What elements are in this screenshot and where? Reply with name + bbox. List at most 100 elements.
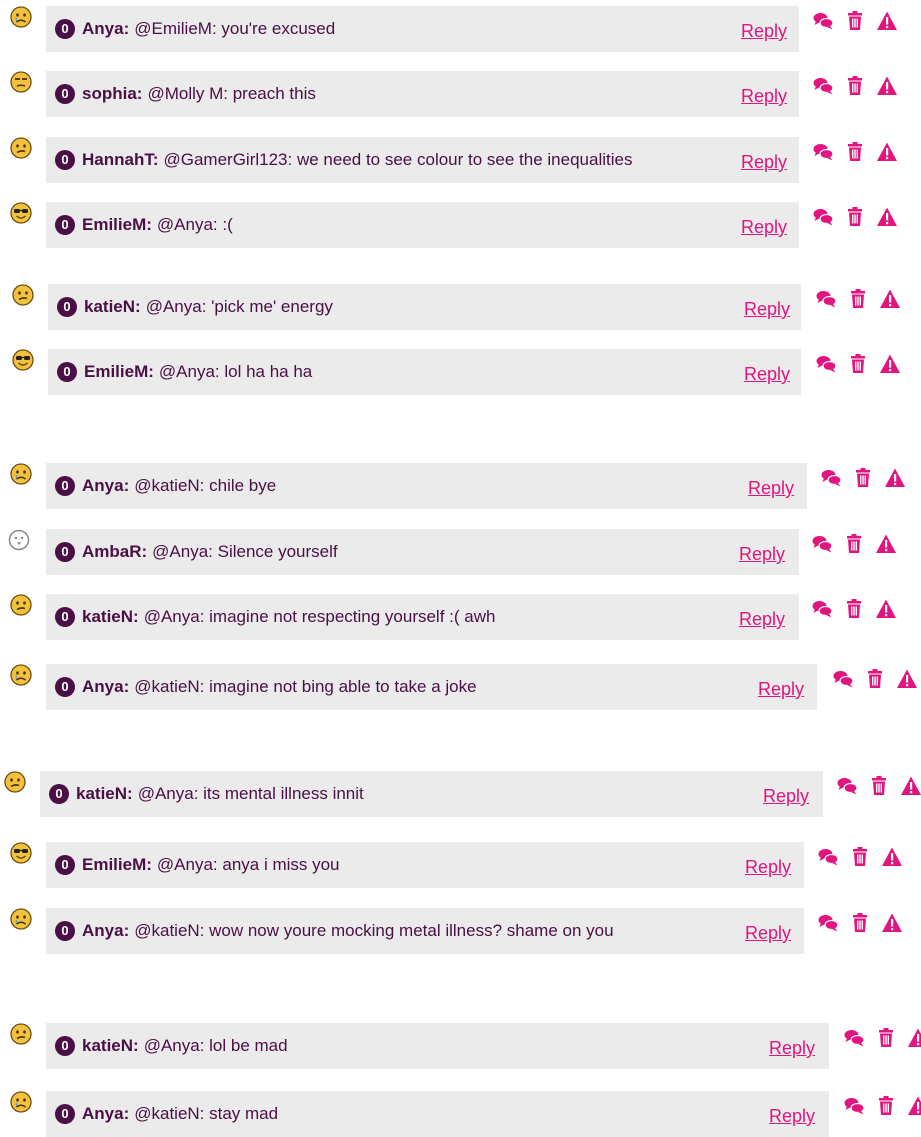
delete-icon[interactable] [847,288,869,310]
comment-icon[interactable] [836,775,858,797]
user-score-badge: 0 [55,921,75,941]
delete-icon[interactable] [844,141,866,163]
report-icon[interactable] [900,775,921,797]
avatar-confused-face-icon [12,284,34,306]
comment-username[interactable]: HannahT: [82,150,159,170]
comment-text: @Anya: anya i miss you [156,855,340,874]
comment-icon[interactable] [812,75,834,97]
reply-link[interactable]: Reply [744,299,790,320]
comment-row: 0 EmilieM: @Anya: anya i miss you Reply [0,842,921,888]
report-icon[interactable] [875,598,897,620]
reply-link[interactable]: Reply [769,1038,815,1059]
comment-username[interactable]: Anya: [82,677,129,697]
comment-bubble: 0 EmilieM: @Anya: anya i miss you [46,842,804,888]
comment-icon[interactable] [843,1027,865,1049]
comment-icon[interactable] [812,10,834,32]
comment-bubble: 0 Anya: @katieN: imagine not bing able to … [46,664,817,710]
delete-icon[interactable] [852,467,874,489]
delete-icon[interactable] [844,10,866,32]
comment-username[interactable]: katieN: [76,784,133,804]
comment-icon[interactable] [811,598,833,620]
report-icon[interactable] [881,912,903,934]
report-icon[interactable] [879,353,901,375]
delete-icon[interactable] [849,846,871,868]
comment-icon[interactable] [815,288,837,310]
reply-link[interactable]: Reply [741,21,787,42]
reply-link[interactable]: Reply [739,609,785,630]
delete-icon[interactable] [875,1027,897,1049]
comment-icon[interactable] [817,912,839,934]
comment-username[interactable]: Anya: [82,1104,129,1124]
comment-username[interactable]: EmilieM: [82,855,152,875]
comment-username[interactable]: EmilieM: [82,215,152,235]
reply-link[interactable]: Reply [745,857,791,878]
reply-link[interactable]: Reply [745,923,791,944]
reply-link[interactable]: Reply [739,544,785,565]
report-icon[interactable] [879,288,901,310]
delete-icon[interactable] [849,912,871,934]
comment-icon[interactable] [820,467,842,489]
reply-link[interactable]: Reply [769,1106,815,1127]
comment-username[interactable]: katieN: [84,297,141,317]
user-score-badge: 0 [55,1036,75,1056]
comment-bubble: 0 katieN: @Anya: imagine not respecting yo… [46,594,799,640]
comment-text: @katieN: imagine not bing able to take a… [134,677,477,696]
avatar-sad-face-icon [10,463,32,485]
reply-link[interactable]: Reply [741,86,787,107]
report-icon[interactable] [876,141,898,163]
report-icon[interactable] [881,846,903,868]
reply-link[interactable]: Reply [763,786,809,807]
delete-icon[interactable] [843,598,865,620]
user-score-badge: 0 [55,476,75,496]
comment-icon[interactable] [817,846,839,868]
delete-icon[interactable] [847,353,869,375]
comment-username[interactable]: katieN: [82,607,139,627]
report-icon[interactable] [876,206,898,228]
reply-link[interactable]: Reply [744,364,790,385]
comment-bubble: 0 katieN: @Anya: its mental illness innit [40,771,823,817]
report-icon[interactable] [884,467,906,489]
comment-text: @Anya: lol be mad [143,1036,288,1055]
delete-icon[interactable] [844,75,866,97]
reply-link[interactable]: Reply [741,152,787,173]
comment-username[interactable]: AmbaR: [82,542,147,562]
comment-text: @Anya: :( [156,215,233,234]
comment-bubble: 0 Anya: @EmilieM: you're excused [46,6,799,52]
comment-row: 0 katieN: @Anya: lol be mad Reply [0,1023,921,1069]
report-icon[interactable] [876,75,898,97]
reply-link[interactable]: Reply [748,478,794,499]
report-icon[interactable] [907,1027,921,1049]
comment-icon[interactable] [815,353,837,375]
comment-username[interactable]: katieN: [82,1036,139,1056]
comment-text: @Anya: Silence yourself [152,542,338,561]
report-icon[interactable] [876,10,898,32]
comment-username[interactable]: Anya: [82,19,129,39]
comment-text: @Molly M: preach this [147,84,316,103]
avatar-confused-face-icon [10,137,32,159]
comment-username[interactable]: Anya: [82,476,129,496]
comment-username[interactable]: Anya: [82,921,129,941]
delete-icon[interactable] [843,533,865,555]
delete-icon[interactable] [844,206,866,228]
delete-icon[interactable] [868,775,890,797]
delete-icon[interactable] [875,1095,897,1117]
reply-link[interactable]: Reply [741,217,787,238]
comment-text: @EmilieM: you're excused [134,19,336,38]
report-icon[interactable] [907,1095,921,1117]
delete-icon[interactable] [864,668,886,690]
comment-bubble: 0 katieN: @Anya: lol be mad [46,1023,829,1069]
comment-actions [843,1095,921,1117]
comment-username[interactable]: EmilieM: [84,362,154,382]
report-icon[interactable] [875,533,897,555]
comment-icon[interactable] [832,668,854,690]
report-icon[interactable] [896,668,918,690]
comment-username[interactable]: sophia: [82,84,142,104]
comment-icon[interactable] [811,533,833,555]
comment-bubble: 0 katieN: @Anya: 'pick me' energy [48,284,801,330]
reply-link[interactable]: Reply [758,679,804,700]
comment-icon[interactable] [843,1095,865,1117]
user-score-badge: 0 [57,362,77,382]
comment-icon[interactable] [812,206,834,228]
comment-feed: { "badge_count": "0", "reply_label": "Re… [0,0,921,1137]
comment-icon[interactable] [812,141,834,163]
